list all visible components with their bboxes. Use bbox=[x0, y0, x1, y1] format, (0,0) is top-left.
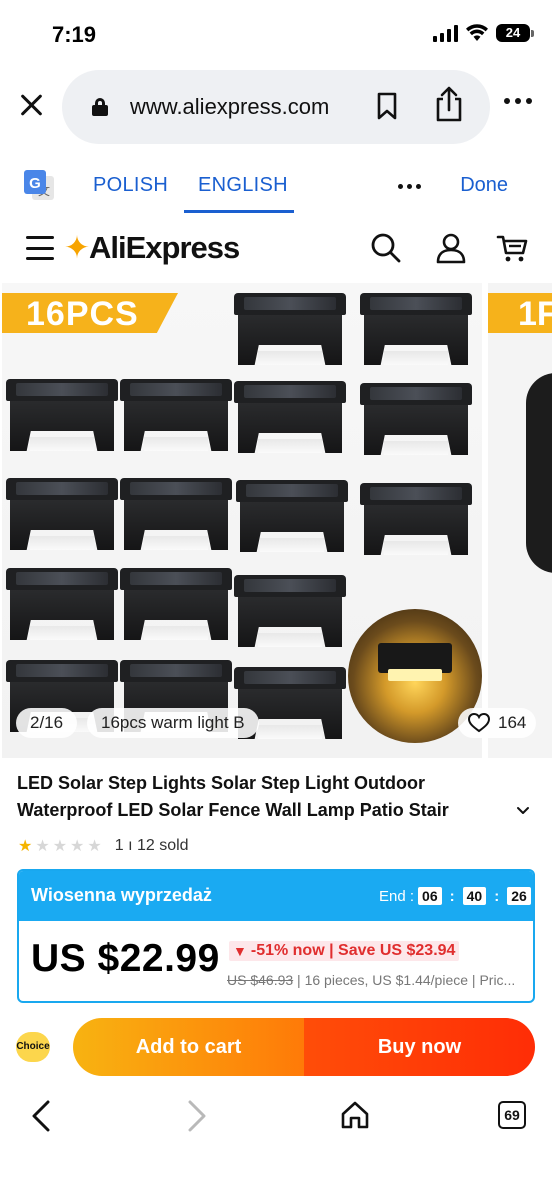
sale-name: Wiosenna wyprzedaż bbox=[31, 885, 212, 905]
variant-label[interactable]: 16pcs warm light B bbox=[87, 708, 259, 738]
lamp-illustration bbox=[234, 293, 346, 367]
wifi-icon bbox=[466, 24, 488, 41]
lamp-illustration bbox=[120, 478, 232, 552]
heart-icon bbox=[468, 713, 490, 733]
svg-text:G: G bbox=[29, 175, 41, 192]
star-icon: ★ bbox=[18, 838, 33, 855]
rating-row[interactable]: ★ ★ ★ ★ ★ 1 ı 12 sold bbox=[18, 836, 189, 856]
status-time: 7:19 bbox=[52, 22, 97, 47]
lamp-illustration bbox=[6, 568, 118, 642]
product-image[interactable]: 16PCS bbox=[2, 283, 482, 758]
sale-price: US $22.99 bbox=[31, 937, 220, 980]
search-icon[interactable] bbox=[370, 232, 402, 264]
menu-icon[interactable] bbox=[26, 236, 54, 260]
lamp-illustration bbox=[120, 568, 232, 642]
buy-now-button[interactable]: Buy now bbox=[304, 1018, 535, 1076]
bookmark-icon[interactable] bbox=[377, 92, 397, 120]
cart-icon[interactable] bbox=[496, 232, 528, 264]
aliexpress-logo[interactable]: ✦AliExpress bbox=[64, 230, 240, 266]
share-icon[interactable] bbox=[434, 86, 464, 122]
forward-icon[interactable] bbox=[186, 1100, 208, 1132]
star-icon: ★ bbox=[52, 838, 68, 855]
status-bar: 7:19 24 bbox=[0, 0, 552, 62]
countdown-minutes: 40 bbox=[462, 887, 487, 905]
add-to-cart-button[interactable]: Add to cart bbox=[73, 1018, 304, 1076]
countdown-hours: 06 bbox=[418, 887, 442, 905]
sale-header: Wiosenna wyprzedaż End : 06 : 40 : 26 bbox=[19, 871, 533, 921]
translate-bar: 文 G POLISH ENGLISH Done bbox=[0, 154, 552, 214]
url-text[interactable]: www.aliexpress.com bbox=[130, 94, 329, 120]
back-icon[interactable] bbox=[30, 1100, 52, 1132]
signal-icon bbox=[433, 24, 458, 42]
browser-url-row: www.aliexpress.com bbox=[0, 70, 552, 144]
countdown-seconds: 26 bbox=[507, 887, 531, 905]
lamp-illustration bbox=[6, 478, 118, 552]
lamp-illustration bbox=[360, 483, 472, 557]
next-product-image[interactable]: 1F bbox=[488, 283, 552, 758]
lock-icon bbox=[92, 98, 108, 116]
google-translate-icon: 文 G bbox=[24, 170, 54, 200]
original-price-row: US $46.93 | 16 pieces, US $1.44/piece | … bbox=[227, 972, 515, 988]
wishlist-button[interactable]: 164 bbox=[458, 708, 537, 738]
countdown-label: End : bbox=[379, 887, 415, 905]
product-gallery[interactable]: 16PCS 1F 2/16 16pcs warm light B 164 bbox=[0, 283, 552, 758]
sale-box: Wiosenna wyprzedaż End : 06 : 40 : 26 US… bbox=[17, 869, 535, 1003]
tabs-icon[interactable]: 69 bbox=[498, 1101, 526, 1129]
pcs-banner: 16PCS bbox=[2, 293, 178, 333]
choice-badge: Choice bbox=[16, 1032, 50, 1062]
original-price: US $46.93 bbox=[227, 972, 294, 988]
active-lang-indicator bbox=[184, 210, 294, 213]
browser-nav-bar: 69 bbox=[0, 1086, 552, 1146]
lamp-illustration bbox=[360, 293, 472, 367]
lamp-illustration bbox=[360, 383, 472, 457]
lang-tab-english[interactable]: ENGLISH bbox=[198, 174, 288, 197]
product-title: LED Solar Step Lights Solar Step Light O… bbox=[17, 773, 449, 820]
discount-badge: ▼ -51% now | Save US $23.94 bbox=[229, 941, 460, 961]
site-header: ✦AliExpress bbox=[0, 220, 552, 278]
lamp-illustration bbox=[6, 379, 118, 453]
lamp-illustration bbox=[234, 381, 346, 455]
star-icon: ★ bbox=[35, 838, 50, 855]
lamp-illustration bbox=[120, 379, 232, 453]
next-pcs-banner: 1F bbox=[488, 293, 552, 333]
price-details: | 16 pieces, US $1.44/piece | Pric... bbox=[293, 972, 516, 988]
battery-icon: 24 bbox=[496, 24, 534, 42]
lamp-illustration bbox=[234, 575, 346, 649]
close-icon[interactable] bbox=[18, 92, 44, 118]
star-icon: ★ bbox=[87, 838, 102, 855]
address-bar[interactable]: www.aliexpress.com bbox=[62, 70, 490, 144]
likes-count: 164 bbox=[498, 713, 527, 732]
translate-done-button[interactable]: Done bbox=[460, 174, 508, 197]
lang-tab-polish[interactable]: POLISH bbox=[93, 174, 168, 197]
lamp-illustration bbox=[236, 480, 348, 554]
chevron-down-icon[interactable] bbox=[516, 804, 530, 818]
sold-count: 1 ı 12 sold bbox=[114, 837, 189, 854]
star-icon: ★ bbox=[70, 838, 85, 855]
account-icon[interactable] bbox=[435, 232, 467, 264]
image-index-badge: 2/16 bbox=[16, 708, 78, 738]
status-icons: 24 bbox=[433, 24, 534, 42]
down-arrow-icon: ▼ bbox=[233, 943, 247, 959]
lamp-illustration bbox=[526, 373, 552, 573]
more-options-icon[interactable] bbox=[504, 98, 532, 104]
sale-countdown: End : 06 : 40 : 26 bbox=[379, 887, 531, 905]
translate-more-icon[interactable] bbox=[398, 184, 421, 189]
home-icon[interactable] bbox=[340, 1100, 370, 1130]
discount-text: -51% now | Save US $23.94 bbox=[250, 942, 456, 959]
purchase-actions: Add to cart Buy now bbox=[73, 1018, 535, 1076]
